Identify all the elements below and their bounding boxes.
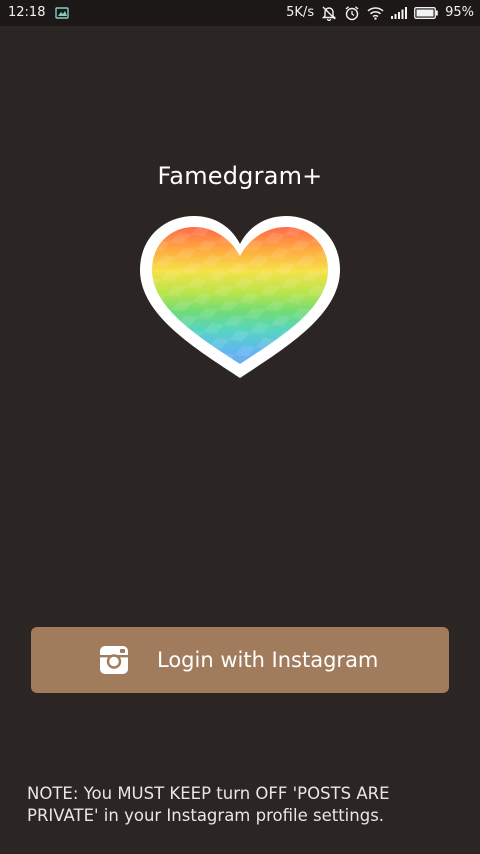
screenshot-icon xyxy=(55,7,70,19)
login-with-instagram-button[interactable]: Login with Instagram xyxy=(31,627,449,693)
login-button-label: Login with Instagram xyxy=(157,648,379,672)
note-text: NOTE: You MUST KEEP turn OFF 'POSTS ARE … xyxy=(27,784,390,825)
instagram-icon xyxy=(99,645,129,675)
app-screen: 12:18 5K/s 95% Famedgram+ Login with Ins… xyxy=(0,0,480,854)
app-title: Famedgram+ xyxy=(157,162,323,190)
bell-off-icon xyxy=(321,5,337,21)
alarm-clock-icon xyxy=(344,5,360,21)
signal-icon xyxy=(391,7,408,19)
status-right: 5K/s 95% xyxy=(286,0,474,26)
battery-icon xyxy=(414,7,438,19)
status-left: 12:18 xyxy=(8,0,70,26)
status-battery: 95% xyxy=(445,5,474,20)
status-bar: 12:18 5K/s 95% xyxy=(0,0,480,26)
rainbow-heart-icon xyxy=(136,212,344,382)
status-time: 12:18 xyxy=(8,5,46,20)
wifi-icon xyxy=(367,6,384,20)
status-speed: 5K/s xyxy=(286,5,315,20)
